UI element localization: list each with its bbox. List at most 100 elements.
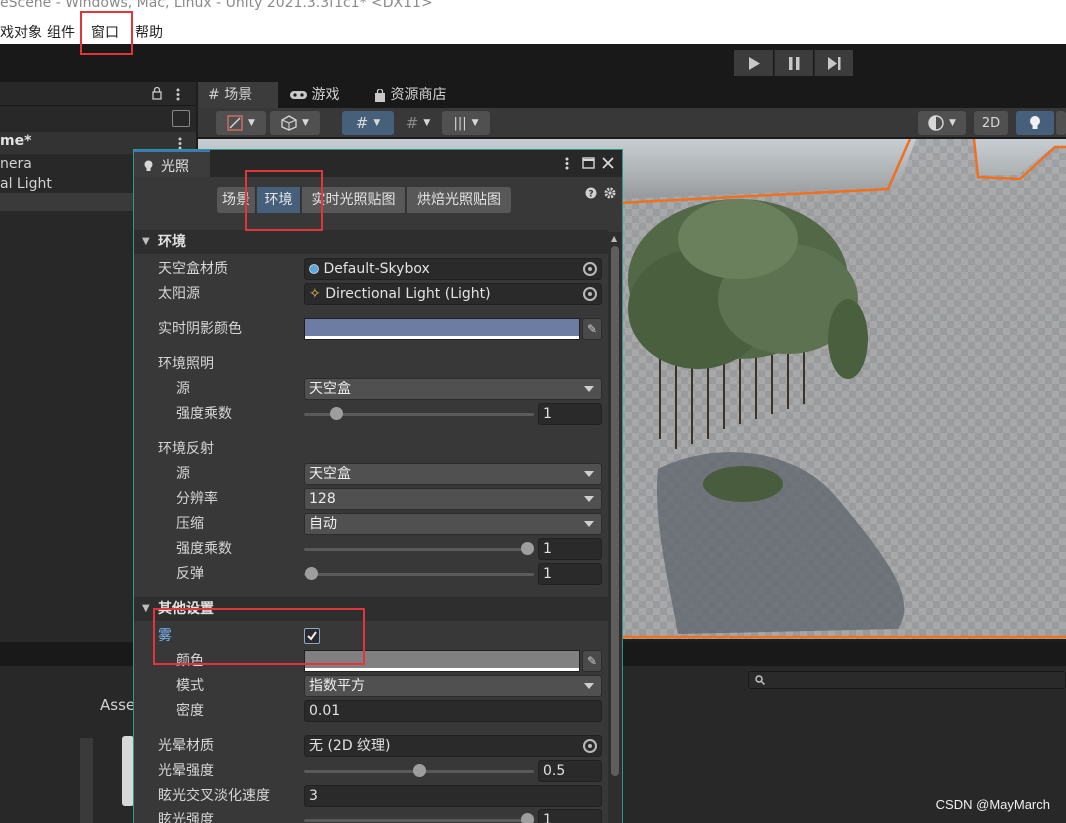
menu-component[interactable]: 组件	[47, 22, 75, 42]
help-icon[interactable]: ?	[585, 187, 597, 199]
eyedropper-icon[interactable]: ✎	[582, 318, 602, 340]
toggle-2d-button[interactable]: 2D	[974, 111, 1008, 135]
menu-help[interactable]: 帮助	[135, 22, 163, 42]
lighting-tab-environment[interactable]: 环境	[257, 187, 301, 213]
lighting-title: 光照	[161, 159, 189, 175]
chevron-down-icon	[584, 496, 594, 502]
tab-game[interactable]: 游戏	[280, 82, 360, 108]
audio-toggle-button[interactable]	[1056, 111, 1066, 135]
play-button[interactable]	[734, 50, 773, 76]
skybox-material-icon	[309, 264, 319, 274]
close-icon[interactable]	[602, 157, 614, 169]
sun-source-field[interactable]: ✧ Directional Light (Light)	[304, 283, 602, 305]
ruler-dropdown[interactable]: ||| ▼	[442, 111, 490, 135]
menu-window[interactable]: 窗口	[91, 22, 119, 42]
hierarchy-tab-bar	[0, 82, 196, 106]
fog-density-input[interactable]: 0.01	[304, 700, 602, 722]
assets-breadcrumb[interactable]: Asse	[100, 696, 135, 714]
eyedropper-icon[interactable]: ✎	[582, 650, 602, 672]
pause-button[interactable]	[774, 50, 813, 76]
resolution-dropdown[interactable]: 128	[304, 488, 602, 510]
maximize-icon[interactable]	[582, 157, 595, 169]
settings-gear-icon[interactable]	[604, 187, 616, 199]
kebab-menu-icon[interactable]	[176, 88, 180, 101]
hierarchy-search-row	[0, 108, 196, 130]
flare-strength-input[interactable]: 1	[538, 809, 602, 823]
grid-icon: #	[208, 87, 220, 103]
bounces-slider[interactable]	[304, 563, 534, 585]
increment-snap-icon: #	[405, 114, 419, 132]
skybox-object-field[interactable]: Default-Skybox	[304, 258, 602, 280]
gamepad-icon	[290, 91, 307, 99]
foldout-arrow-icon: ▼	[142, 603, 150, 614]
reflection-intensity-slider[interactable]	[304, 538, 535, 560]
light-icon: ✧	[309, 286, 321, 302]
lightbulb-icon	[144, 160, 153, 171]
halo-texture-field[interactable]: 无 (2D 纹理)	[304, 735, 602, 757]
flare-fade-speed-label: 眩光交叉淡化速度	[158, 788, 270, 804]
window-menu-icon[interactable]	[565, 157, 569, 170]
bounces-input[interactable]: 1	[538, 563, 602, 585]
ambient-intensity-slider[interactable]	[304, 403, 534, 425]
halo-strength-input[interactable]: 0.5	[538, 760, 602, 782]
lighting-toggle-button[interactable]	[1016, 111, 1054, 135]
fog-color-field[interactable]	[304, 650, 580, 672]
main-toolbar	[0, 44, 1066, 82]
compression-label: 压缩	[176, 516, 204, 532]
project-search-input[interactable]	[748, 671, 1066, 689]
chevron-down-icon	[584, 471, 594, 477]
slider-knob[interactable]	[330, 407, 344, 420]
brush-icon	[227, 115, 243, 131]
slider-knob[interactable]	[521, 813, 535, 823]
chevron-down-icon: ▼	[248, 118, 255, 128]
flare-fade-speed-input[interactable]: 3	[304, 785, 602, 807]
halo-strength-slider[interactable]	[304, 760, 534, 782]
reflection-intensity-label: 强度乘数	[176, 541, 232, 557]
project-tree-panel	[0, 666, 94, 823]
ambient-intensity-input[interactable]: 1	[538, 403, 602, 425]
lighting-tab-scene[interactable]: 场景	[217, 187, 256, 213]
search-expand-icon[interactable]	[172, 110, 190, 127]
lock-icon[interactable]	[152, 87, 162, 100]
grid-snap-dropdown[interactable]: # ▼	[342, 111, 394, 135]
chevron-down-icon: ▼	[302, 118, 309, 128]
pause-icon	[788, 56, 799, 70]
section-other-settings[interactable]: ▼ 其他设置	[134, 597, 608, 621]
scroll-up-icon[interactable]: ▲	[611, 234, 617, 243]
chevron-down-icon	[584, 386, 594, 392]
scrollbar[interactable]	[80, 738, 93, 823]
search-icon	[755, 675, 765, 685]
ambient-source-dropdown[interactable]: 天空盒	[304, 378, 602, 400]
flare-strength-slider[interactable]	[304, 809, 535, 823]
scroll-thumb[interactable]	[611, 246, 619, 776]
increment-snap-dropdown[interactable]: # ▼	[396, 111, 440, 135]
menu-gameobject[interactable]: 戏对象	[0, 22, 42, 42]
checkmark-icon	[307, 631, 317, 641]
tab-scene[interactable]: # 场景	[198, 82, 278, 108]
slider-knob[interactable]	[413, 764, 426, 777]
tab-asset-store[interactable]: 资源商店	[364, 82, 466, 108]
hierarchy-item-label: al Light	[0, 176, 52, 192]
lighting-tab[interactable]: 光照	[134, 150, 210, 177]
reflection-source-dropdown[interactable]: 天空盒	[304, 463, 602, 485]
shading-dropdown[interactable]: ▼	[918, 111, 966, 135]
fog-checkbox[interactable]	[304, 628, 320, 644]
lighting-scrollbar[interactable]: ▲	[608, 232, 622, 823]
compression-dropdown[interactable]: 自动	[304, 513, 602, 535]
slider-knob[interactable]	[521, 542, 535, 555]
draw-mode-dropdown[interactable]: ▼	[216, 111, 266, 135]
fog-mode-dropdown[interactable]: 指数平方	[304, 675, 602, 697]
gizmo-dropdown[interactable]: ▼	[270, 111, 320, 135]
lighting-tab-baked-lightmaps[interactable]: 烘焙光照贴图	[407, 187, 511, 213]
reflection-intensity-input[interactable]: 1	[538, 538, 602, 560]
lighting-tab-realtime-lightmaps[interactable]: 实时光照贴图	[302, 187, 406, 213]
fog-density-label: 密度	[176, 703, 204, 719]
object-picker-icon[interactable]	[583, 739, 597, 753]
section-environment[interactable]: ▼ 环境	[134, 230, 608, 254]
slider-knob[interactable]	[304, 567, 318, 580]
realtime-shadow-color-field[interactable]	[304, 318, 580, 340]
object-picker-icon[interactable]	[583, 262, 597, 276]
object-picker-icon[interactable]	[583, 287, 597, 301]
step-button[interactable]	[814, 50, 853, 76]
bounces-label: 反弹	[176, 566, 204, 582]
